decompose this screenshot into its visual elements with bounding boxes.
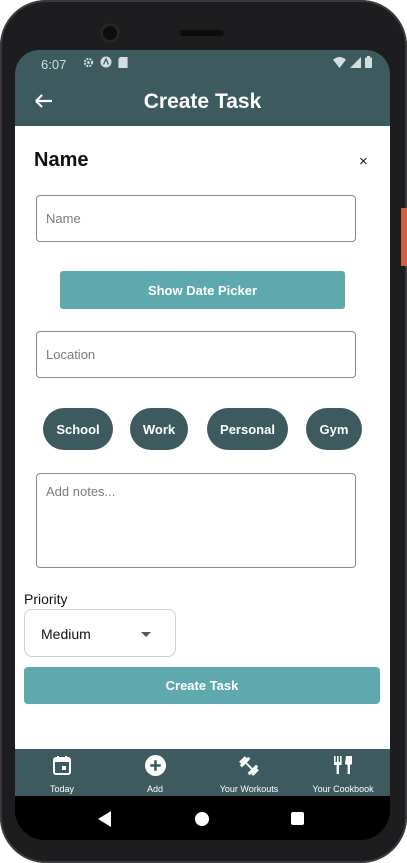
nav-label-add: Add — [146, 784, 163, 794]
app-notification-icon — [100, 56, 112, 68]
calendar-icon — [53, 756, 71, 775]
device-frame: 6:07 Create Task Name × Show Date Picker — [0, 0, 407, 863]
nav-item-workouts[interactable]: Your Workouts — [201, 749, 297, 796]
status-time: 6:07 — [41, 57, 67, 72]
chevron-down-icon — [141, 632, 151, 637]
status-system-icons — [333, 56, 372, 68]
system-home-icon[interactable] — [195, 812, 209, 826]
nav-label-cookbook: Your Cookbook — [312, 784, 374, 794]
wifi-icon — [333, 56, 346, 68]
nav-label-today: Today — [49, 784, 75, 794]
nav-label-workouts: Your Workouts — [219, 784, 279, 794]
category-chip-gym[interactable]: Gym — [306, 408, 362, 450]
signal-icon — [350, 56, 361, 68]
create-task-form: Name × Show Date Picker School Work Pers… — [15, 126, 390, 750]
system-back-icon[interactable] — [98, 811, 111, 827]
page-title: Create Task — [143, 90, 262, 113]
app-header: Create Task — [15, 78, 390, 126]
side-edge-accent — [401, 208, 407, 266]
create-task-button[interactable]: Create Task — [24, 667, 380, 704]
dumbbell-icon — [239, 756, 259, 776]
location-input[interactable] — [36, 331, 356, 378]
screen: 6:07 Create Task Name × Show Date Picker — [15, 50, 390, 840]
bottom-navigation: Today Add Your Workouts Your Cookbook — [15, 749, 390, 796]
settings-gear-icon — [83, 57, 94, 67]
utensils-icon — [334, 756, 352, 774]
close-button[interactable]: × — [359, 153, 368, 170]
priority-selected-value: Medium — [41, 626, 91, 642]
priority-dropdown[interactable]: Medium — [24, 609, 176, 657]
system-recents-icon[interactable] — [291, 812, 304, 825]
priority-label: Priority — [24, 591, 68, 607]
category-chip-work[interactable]: Work — [130, 408, 188, 450]
front-camera — [100, 23, 120, 43]
category-chip-school[interactable]: School — [43, 408, 113, 450]
nav-item-cookbook[interactable]: Your Cookbook — [295, 749, 390, 796]
category-chip-personal[interactable]: Personal — [207, 408, 288, 450]
earpiece-speaker — [180, 30, 224, 36]
system-navigation-bar — [15, 796, 390, 840]
status-notification-icons — [83, 56, 128, 68]
nav-item-today[interactable]: Today — [15, 749, 110, 796]
battery-icon — [365, 56, 372, 68]
notes-textarea[interactable] — [36, 473, 356, 568]
show-date-picker-button[interactable]: Show Date Picker — [60, 271, 345, 309]
form-title: Name — [34, 149, 89, 171]
nav-item-add[interactable]: Add — [107, 749, 203, 796]
add-circle-icon — [144, 755, 166, 776]
status-bar: 6:07 — [15, 50, 390, 78]
sd-card-icon — [118, 56, 128, 68]
name-input[interactable] — [36, 195, 356, 242]
